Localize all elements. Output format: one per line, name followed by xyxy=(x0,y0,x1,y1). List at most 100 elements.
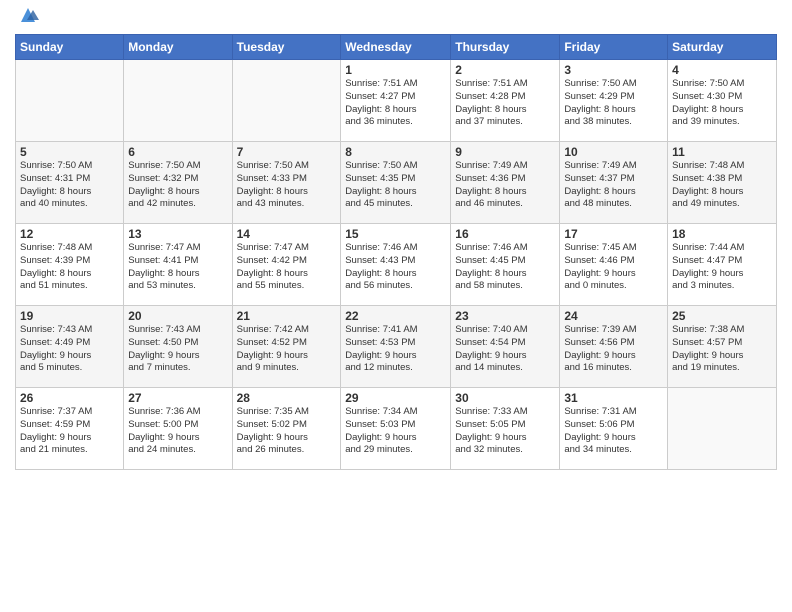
day-number: 1 xyxy=(345,63,446,77)
day-number: 5 xyxy=(20,145,119,159)
day-info: Sunrise: 7:50 AM Sunset: 4:33 PM Dayligh… xyxy=(237,160,337,211)
day-number: 19 xyxy=(20,309,119,323)
day-number: 8 xyxy=(345,145,446,159)
day-number: 23 xyxy=(455,309,555,323)
day-info: Sunrise: 7:33 AM Sunset: 5:05 PM Dayligh… xyxy=(455,406,555,457)
day-number: 11 xyxy=(672,145,772,159)
day-info: Sunrise: 7:49 AM Sunset: 4:36 PM Dayligh… xyxy=(455,160,555,211)
calendar-cell: 11Sunrise: 7:48 AM Sunset: 4:38 PM Dayli… xyxy=(668,142,777,224)
day-number: 6 xyxy=(128,145,227,159)
calendar-cell: 25Sunrise: 7:38 AM Sunset: 4:57 PM Dayli… xyxy=(668,306,777,388)
day-number: 24 xyxy=(564,309,663,323)
calendar-cell: 21Sunrise: 7:42 AM Sunset: 4:52 PM Dayli… xyxy=(232,306,341,388)
calendar-cell xyxy=(16,60,124,142)
day-header-sunday: Sunday xyxy=(16,35,124,60)
calendar-table: SundayMondayTuesdayWednesdayThursdayFrid… xyxy=(15,34,777,470)
day-info: Sunrise: 7:51 AM Sunset: 4:28 PM Dayligh… xyxy=(455,78,555,129)
day-info: Sunrise: 7:37 AM Sunset: 4:59 PM Dayligh… xyxy=(20,406,119,457)
calendar-cell xyxy=(668,388,777,470)
day-header-friday: Friday xyxy=(560,35,668,60)
calendar-cell: 24Sunrise: 7:39 AM Sunset: 4:56 PM Dayli… xyxy=(560,306,668,388)
calendar-cell: 22Sunrise: 7:41 AM Sunset: 4:53 PM Dayli… xyxy=(341,306,451,388)
day-info: Sunrise: 7:48 AM Sunset: 4:39 PM Dayligh… xyxy=(20,242,119,293)
calendar-cell: 7Sunrise: 7:50 AM Sunset: 4:33 PM Daylig… xyxy=(232,142,341,224)
calendar-cell: 18Sunrise: 7:44 AM Sunset: 4:47 PM Dayli… xyxy=(668,224,777,306)
day-number: 28 xyxy=(237,391,337,405)
day-info: Sunrise: 7:51 AM Sunset: 4:27 PM Dayligh… xyxy=(345,78,446,129)
calendar-cell xyxy=(124,60,232,142)
calendar-cell: 6Sunrise: 7:50 AM Sunset: 4:32 PM Daylig… xyxy=(124,142,232,224)
day-info: Sunrise: 7:39 AM Sunset: 4:56 PM Dayligh… xyxy=(564,324,663,375)
day-number: 15 xyxy=(345,227,446,241)
day-info: Sunrise: 7:31 AM Sunset: 5:06 PM Dayligh… xyxy=(564,406,663,457)
calendar-cell: 29Sunrise: 7:34 AM Sunset: 5:03 PM Dayli… xyxy=(341,388,451,470)
page-container: SundayMondayTuesdayWednesdayThursdayFrid… xyxy=(0,0,792,478)
day-number: 17 xyxy=(564,227,663,241)
logo xyxy=(15,14,39,26)
day-info: Sunrise: 7:43 AM Sunset: 4:49 PM Dayligh… xyxy=(20,324,119,375)
day-header-thursday: Thursday xyxy=(451,35,560,60)
day-number: 26 xyxy=(20,391,119,405)
day-number: 21 xyxy=(237,309,337,323)
calendar-cell: 13Sunrise: 7:47 AM Sunset: 4:41 PM Dayli… xyxy=(124,224,232,306)
calendar-cell: 1Sunrise: 7:51 AM Sunset: 4:27 PM Daylig… xyxy=(341,60,451,142)
day-number: 16 xyxy=(455,227,555,241)
day-number: 22 xyxy=(345,309,446,323)
calendar-cell: 23Sunrise: 7:40 AM Sunset: 4:54 PM Dayli… xyxy=(451,306,560,388)
calendar-cell: 30Sunrise: 7:33 AM Sunset: 5:05 PM Dayli… xyxy=(451,388,560,470)
day-number: 20 xyxy=(128,309,227,323)
calendar-cell: 15Sunrise: 7:46 AM Sunset: 4:43 PM Dayli… xyxy=(341,224,451,306)
day-header-wednesday: Wednesday xyxy=(341,35,451,60)
day-number: 14 xyxy=(237,227,337,241)
day-info: Sunrise: 7:48 AM Sunset: 4:38 PM Dayligh… xyxy=(672,160,772,211)
calendar-week-row: 19Sunrise: 7:43 AM Sunset: 4:49 PM Dayli… xyxy=(16,306,777,388)
day-info: Sunrise: 7:46 AM Sunset: 4:43 PM Dayligh… xyxy=(345,242,446,293)
calendar-week-row: 26Sunrise: 7:37 AM Sunset: 4:59 PM Dayli… xyxy=(16,388,777,470)
day-number: 4 xyxy=(672,63,772,77)
calendar-week-row: 12Sunrise: 7:48 AM Sunset: 4:39 PM Dayli… xyxy=(16,224,777,306)
day-info: Sunrise: 7:50 AM Sunset: 4:29 PM Dayligh… xyxy=(564,78,663,129)
calendar-cell: 8Sunrise: 7:50 AM Sunset: 4:35 PM Daylig… xyxy=(341,142,451,224)
day-number: 7 xyxy=(237,145,337,159)
calendar-cell: 19Sunrise: 7:43 AM Sunset: 4:49 PM Dayli… xyxy=(16,306,124,388)
day-number: 10 xyxy=(564,145,663,159)
day-info: Sunrise: 7:45 AM Sunset: 4:46 PM Dayligh… xyxy=(564,242,663,293)
day-info: Sunrise: 7:34 AM Sunset: 5:03 PM Dayligh… xyxy=(345,406,446,457)
calendar-week-row: 5Sunrise: 7:50 AM Sunset: 4:31 PM Daylig… xyxy=(16,142,777,224)
calendar-header-row: SundayMondayTuesdayWednesdayThursdayFrid… xyxy=(16,35,777,60)
calendar-cell: 4Sunrise: 7:50 AM Sunset: 4:30 PM Daylig… xyxy=(668,60,777,142)
day-number: 27 xyxy=(128,391,227,405)
calendar-week-row: 1Sunrise: 7:51 AM Sunset: 4:27 PM Daylig… xyxy=(16,60,777,142)
calendar-cell: 12Sunrise: 7:48 AM Sunset: 4:39 PM Dayli… xyxy=(16,224,124,306)
day-info: Sunrise: 7:49 AM Sunset: 4:37 PM Dayligh… xyxy=(564,160,663,211)
day-number: 12 xyxy=(20,227,119,241)
logo-icon xyxy=(17,4,39,26)
day-header-monday: Monday xyxy=(124,35,232,60)
calendar-cell: 16Sunrise: 7:46 AM Sunset: 4:45 PM Dayli… xyxy=(451,224,560,306)
calendar-cell: 5Sunrise: 7:50 AM Sunset: 4:31 PM Daylig… xyxy=(16,142,124,224)
calendar-cell xyxy=(232,60,341,142)
day-header-tuesday: Tuesday xyxy=(232,35,341,60)
day-info: Sunrise: 7:50 AM Sunset: 4:31 PM Dayligh… xyxy=(20,160,119,211)
calendar-cell: 10Sunrise: 7:49 AM Sunset: 4:37 PM Dayli… xyxy=(560,142,668,224)
calendar-cell: 31Sunrise: 7:31 AM Sunset: 5:06 PM Dayli… xyxy=(560,388,668,470)
day-info: Sunrise: 7:44 AM Sunset: 4:47 PM Dayligh… xyxy=(672,242,772,293)
day-number: 9 xyxy=(455,145,555,159)
day-info: Sunrise: 7:46 AM Sunset: 4:45 PM Dayligh… xyxy=(455,242,555,293)
day-number: 29 xyxy=(345,391,446,405)
calendar-cell: 9Sunrise: 7:49 AM Sunset: 4:36 PM Daylig… xyxy=(451,142,560,224)
day-number: 13 xyxy=(128,227,227,241)
day-number: 25 xyxy=(672,309,772,323)
day-info: Sunrise: 7:47 AM Sunset: 4:42 PM Dayligh… xyxy=(237,242,337,293)
header xyxy=(15,10,777,26)
day-info: Sunrise: 7:41 AM Sunset: 4:53 PM Dayligh… xyxy=(345,324,446,375)
calendar-cell: 2Sunrise: 7:51 AM Sunset: 4:28 PM Daylig… xyxy=(451,60,560,142)
day-info: Sunrise: 7:40 AM Sunset: 4:54 PM Dayligh… xyxy=(455,324,555,375)
calendar-cell: 14Sunrise: 7:47 AM Sunset: 4:42 PM Dayli… xyxy=(232,224,341,306)
day-number: 3 xyxy=(564,63,663,77)
day-header-saturday: Saturday xyxy=(668,35,777,60)
day-number: 31 xyxy=(564,391,663,405)
day-info: Sunrise: 7:47 AM Sunset: 4:41 PM Dayligh… xyxy=(128,242,227,293)
calendar-cell: 3Sunrise: 7:50 AM Sunset: 4:29 PM Daylig… xyxy=(560,60,668,142)
day-info: Sunrise: 7:38 AM Sunset: 4:57 PM Dayligh… xyxy=(672,324,772,375)
